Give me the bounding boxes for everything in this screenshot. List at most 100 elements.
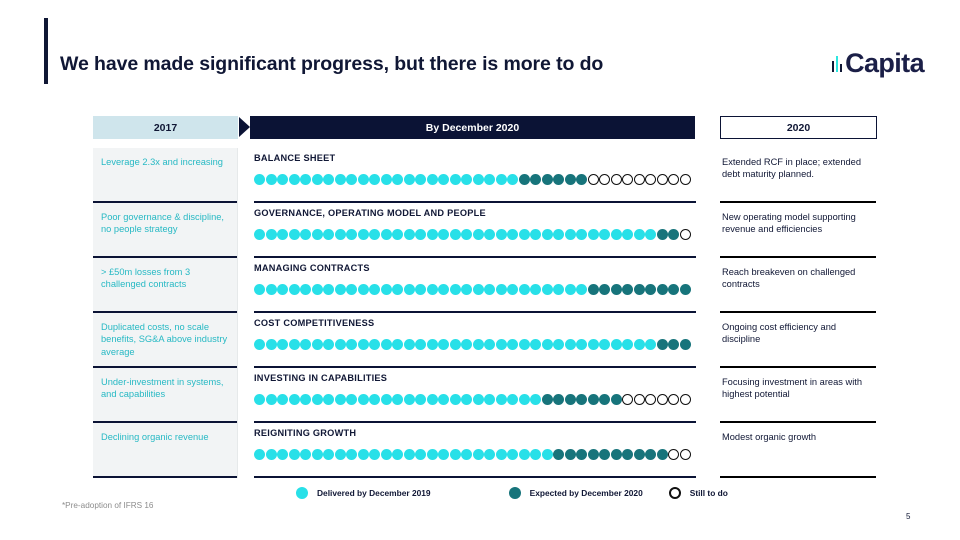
dot-delivered [622,339,633,350]
dot-delivered [472,339,484,350]
dot-delivered [426,229,438,240]
dot-delivered [438,284,449,295]
dot-delivered [334,174,346,185]
row-workstream-title: INVESTING IN CAPABILITIES [254,373,388,383]
dot-delivered [369,229,380,240]
dot-still-to-do [622,174,633,185]
row-outcome-text: Modest organic growth [722,432,817,442]
dot-delivered [472,284,484,295]
dot-delivered [311,394,323,405]
dot-delivered [461,174,472,185]
row-issue-text: Duplicated costs, no scale benefits, SG&… [101,322,228,357]
dot-delivered [530,394,541,405]
dot-delivered [311,339,323,350]
dot-delivered [553,284,564,295]
dot-delivered [415,174,426,185]
progress-row: Duplicated costs, no scale benefits, SG&… [0,313,960,368]
dot-still-to-do [656,394,668,405]
dot-delivered [587,339,599,350]
dot-delivered [518,339,530,350]
dot-delivered [369,394,380,405]
dot-delivered [277,449,288,460]
dot-delivered [438,174,449,185]
row-workstream-title: REIGNITING GROWTH [254,428,357,438]
dot-delivered [518,394,530,405]
dot-delivered [645,229,656,240]
dot-delivered [254,449,265,460]
dot-still-to-do [679,174,691,185]
dot-delivered [254,174,265,185]
row-workstream-title: GOVERNANCE, OPERATING MODEL AND PEOPLE [254,208,486,218]
dot-expected [541,394,553,405]
dot-delivered [530,339,541,350]
dot-delivered [426,284,438,295]
dot-delivered [507,394,518,405]
legend-item: Still to do [668,487,728,499]
dot-expected [633,284,645,295]
dot-delivered [265,449,277,460]
dot-delivered [265,229,277,240]
dot-delivered [449,449,461,460]
dot-expected [587,449,599,460]
dot-delivered [472,229,484,240]
dot-delivered [541,229,553,240]
progress-dot-scale [254,339,691,350]
dot-delivered [300,284,311,295]
row-issue-2017: Leverage 2.3x and increasing [93,148,238,203]
dot-delivered [392,229,403,240]
dot-expected [564,174,576,185]
dot-delivered [311,449,323,460]
dot-expected [633,449,645,460]
capita-logo-wordmark: Capita [845,48,925,78]
dot-delivered [334,229,346,240]
dot-delivered [484,394,495,405]
dot-delivered [357,284,369,295]
dot-delivered [449,394,461,405]
row-issue-text: Poor governance & discipline, no people … [101,212,224,235]
dot-still-to-do [656,174,668,185]
dot-expected [610,394,622,405]
dot-delivered [357,339,369,350]
column-header-2020-label: 2020 [786,121,811,134]
column-divider [237,423,238,478]
dot-expected [564,449,576,460]
dot-delivered [300,229,311,240]
dot-still-to-do [587,174,599,185]
dot-delivered [484,284,495,295]
dot-delivered [323,174,334,185]
column-header-2017-label: 2017 [153,121,178,134]
dot-delivered [495,449,507,460]
row-outcome-text: Ongoing cost efficiency and discipline [722,322,837,345]
dot-expected [656,339,668,350]
dot-still-to-do [668,174,679,185]
dot-delivered [254,339,265,350]
legend-item: Delivered by December 2019 [296,487,431,499]
legend-swatch-s [668,487,681,499]
row-outcome-text: Focusing investment in areas with highes… [722,377,863,400]
dot-delivered [403,394,415,405]
dot-delivered [288,229,300,240]
dot-delivered [415,229,426,240]
dot-delivered [472,394,484,405]
dot-delivered [346,229,357,240]
dot-delivered [472,449,484,460]
dot-still-to-do [633,174,645,185]
legend-swatch-e [508,487,521,499]
dot-delivered [530,449,541,460]
row-outcome-2020: Reach breakeven on challenged contracts [720,258,876,313]
row-progress-cell: COST COMPETITIVENESS [254,313,696,368]
dot-delivered [334,284,346,295]
dot-still-to-do [679,229,691,240]
dot-delivered [484,229,495,240]
progress-row: > £50m losses from 3 challenged contract… [0,258,960,313]
column-header-2017: 2017 [93,116,238,139]
dot-delivered [380,229,392,240]
dot-delivered [438,339,449,350]
dot-expected [599,449,610,460]
dot-delivered [507,449,518,460]
dot-delivered [541,339,553,350]
row-issue-2017: Under-investment in systems, and capabil… [93,368,238,423]
dot-expected [553,174,564,185]
dot-delivered [265,394,277,405]
row-issue-text: Leverage 2.3x and increasing [101,157,223,167]
